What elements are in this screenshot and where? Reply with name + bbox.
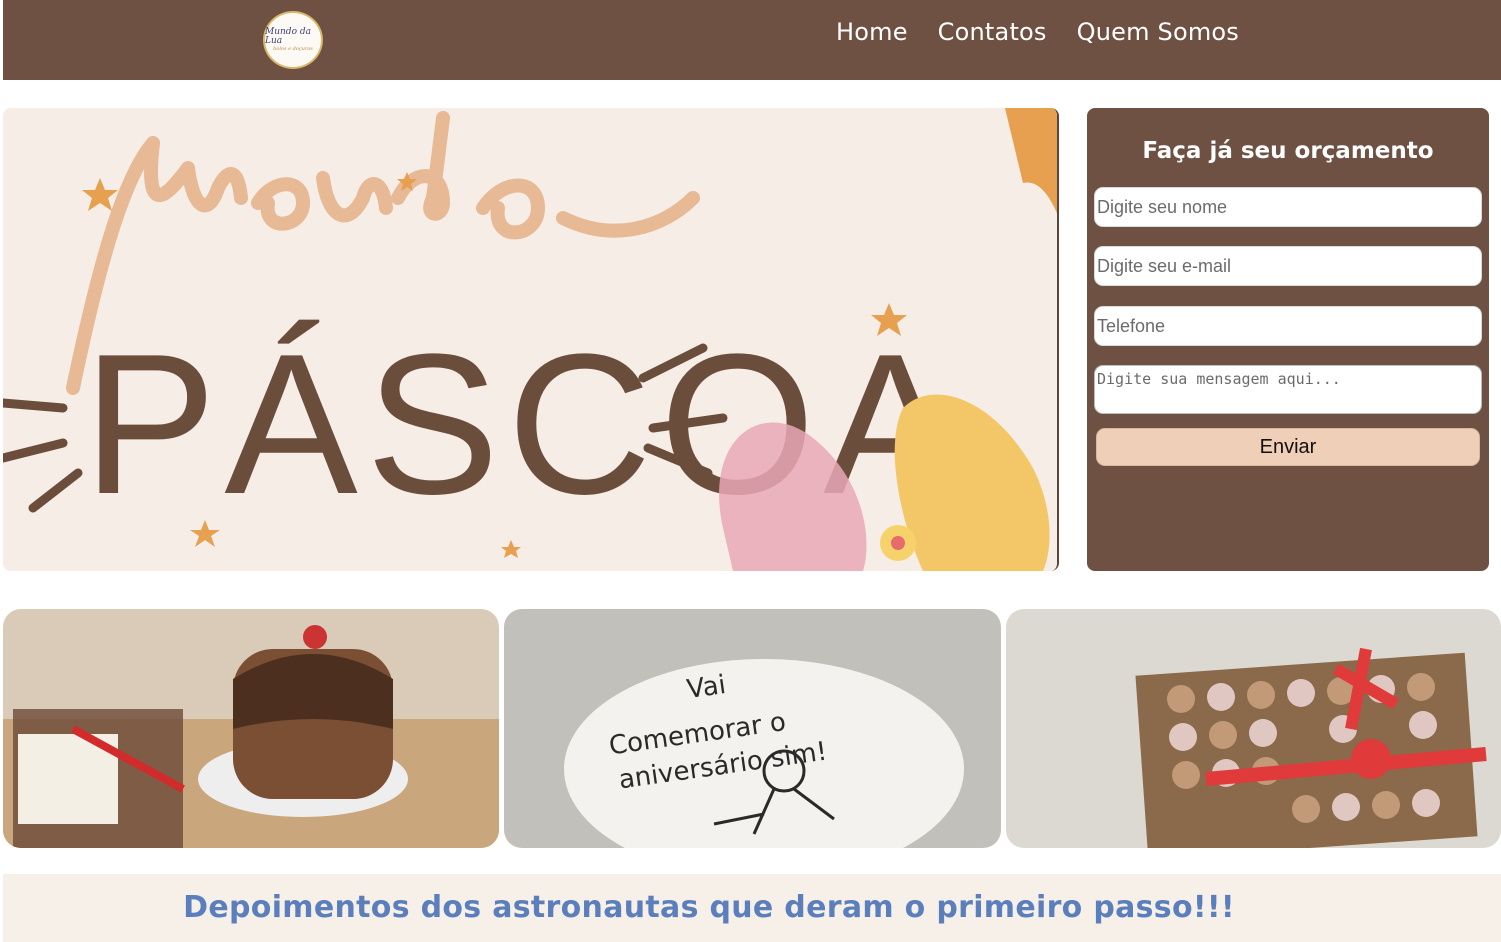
nav-contatos[interactable]: Contatos [938,18,1047,46]
hero-banner: PÁSCOA [3,108,1059,571]
easter-menu-illustration: PÁSCOA [3,108,1057,571]
brand-logo[interactable]: Mundo da Lua bolos e doçuras [263,11,323,69]
testimonials-title: Depoimentos dos astronautas que deram o … [183,890,1235,925]
panettone-photo-icon [3,609,499,848]
quote-form-card: Faça já seu orçamento Enviar [1087,108,1489,571]
cake-text-1: Vai [685,670,728,705]
site-header: Mundo da Lua bolos e doçuras Home Contat… [3,0,1501,80]
submit-button[interactable]: Enviar [1096,428,1480,466]
bonbon-box-photo-icon [1006,609,1501,848]
name-input[interactable] [1094,187,1482,227]
message-textarea[interactable] [1094,365,1482,414]
testimonials-section: Depoimentos dos astronautas que deram o … [3,874,1501,942]
gallery-photo-cake[interactable]: Vai Comemorar o aniversário sim! [504,609,1001,848]
gallery-photo-panettone[interactable] [3,609,499,848]
form-title: Faça já seu orçamento [1142,138,1434,164]
gallery-photo-bonbons[interactable] [1006,609,1501,848]
logo-text: Mundo da Lua [265,27,311,46]
main-nav: Home Contatos Quem Somos [836,18,1239,46]
phone-input[interactable] [1094,306,1482,346]
cake-photo-icon: Vai Comemorar o aniversário sim! [504,609,1001,848]
logo-subtext: bolos e doçuras [273,46,313,52]
nav-home[interactable]: Home [836,18,908,46]
nav-quem-somos[interactable]: Quem Somos [1077,18,1239,46]
email-input[interactable] [1094,246,1482,286]
